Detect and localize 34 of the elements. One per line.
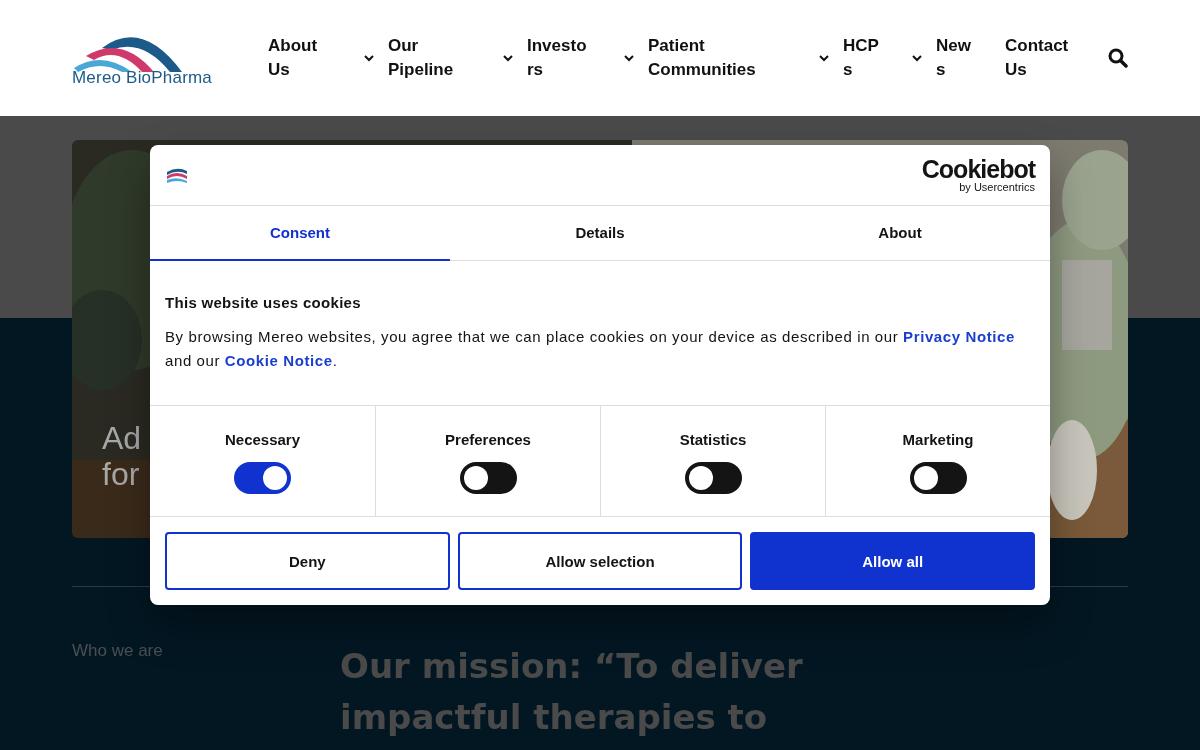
category-label: Marketing [902,431,974,448]
logo-text[interactable]: Mereo BioPharma [72,68,212,88]
dialog-tab[interactable]: Consent [150,206,450,261]
dialog-tab[interactable]: About [750,206,1050,261]
nav-item[interactable]: Patient Communities [648,34,843,82]
toggle-switch[interactable] [909,462,967,494]
logo-arcs-icon [165,167,189,183]
search-icon[interactable] [1108,48,1128,68]
dialog-title: This website uses cookies [165,294,362,311]
hero-title: for [102,456,141,492]
allow-all-button[interactable]: Allow all [750,532,1035,590]
cookie-description: By browsing Mereo websites, you agree that we can place cookies on your device as described in our Privacy Notice and our Cookie Notice. [165,327,1016,371]
toggle-switch[interactable] [684,462,742,494]
privacy-notice-link[interactable]: Privacy Notice [903,328,1015,345]
toggle-switch[interactable] [234,462,291,494]
category-label: Preferences [445,431,531,448]
nav-item[interactable]: About Us [268,34,388,82]
nav-item[interactable]: News [936,34,1005,82]
toggle-switch[interactable] [459,462,517,494]
nav-item[interactable]: Our Pipeline [388,34,527,82]
cookiebot-tagline: by Usercentrics [959,181,1035,193]
nav-item[interactable]: HCPs [843,34,936,82]
hero-title: Ad [102,420,142,456]
mission-heading: Our mission: “To deliver impactful therapies to [340,645,804,739]
cookie-notice-link[interactable]: Cookie Notice [224,352,333,369]
category-label: Necessary [224,431,301,448]
consent-button[interactable]: Deny [165,532,450,590]
category-label: Statistics [679,431,747,448]
nav-item[interactable]: Contact Us [1005,34,1105,82]
consent-button[interactable]: Allow selection [457,532,743,590]
cookiebot-logo: Cookiebot [921,157,1035,181]
dialog-tab[interactable]: Details [450,206,750,261]
section-eyebrow: Who we are [72,641,164,662]
nav-item[interactable]: Investors [527,34,648,82]
